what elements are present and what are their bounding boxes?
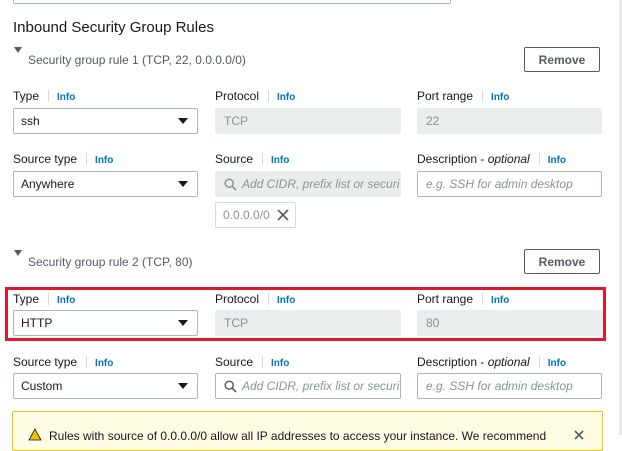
protocol-label-text: Protocol bbox=[215, 89, 260, 103]
divider bbox=[86, 153, 88, 165]
description-label-optional: optional bbox=[487, 152, 530, 166]
previous-field-input[interactable] bbox=[13, 0, 451, 4]
rule-2-source-label: Source Info bbox=[215, 355, 289, 369]
rule-1-title: Security group rule 1 (TCP, 22, 0.0.0.0/… bbox=[28, 53, 246, 67]
divider bbox=[538, 153, 540, 165]
description-placeholder: e.g. SSH for admin desktop bbox=[426, 379, 573, 393]
source-type-select-value: Custom bbox=[21, 379, 63, 393]
protocol-label-text: Protocol bbox=[215, 292, 260, 306]
rule-2-title: Security group rule 2 (TCP, 80) bbox=[28, 255, 193, 269]
rule-2-source-search-input[interactable]: Add CIDR, prefix list or security bbox=[215, 373, 401, 399]
source-search-placeholder: Add CIDR, prefix list or security bbox=[242, 177, 401, 191]
divider bbox=[538, 356, 540, 368]
divider bbox=[262, 356, 264, 368]
rule-1-source-label: Source Info bbox=[215, 152, 289, 166]
close-icon[interactable] bbox=[573, 429, 585, 441]
type-info-link[interactable]: Info bbox=[57, 92, 75, 103]
rule-1-type-select[interactable]: ssh bbox=[13, 108, 198, 134]
source-label-text: Source bbox=[215, 152, 254, 166]
rule-2-description-label: Description - optional Info bbox=[417, 355, 566, 369]
rule-2-protocol-field: TCP bbox=[215, 310, 401, 336]
source-info-link[interactable]: Info bbox=[271, 155, 289, 166]
description-info-link[interactable]: Info bbox=[548, 155, 566, 166]
description-info-link[interactable]: Info bbox=[548, 358, 566, 369]
search-icon bbox=[224, 178, 237, 191]
port-info-link[interactable]: Info bbox=[491, 295, 509, 306]
rule-1-remove-button[interactable]: Remove bbox=[524, 47, 600, 72]
port-label-text: Port range bbox=[417, 292, 474, 306]
description-label-main: Description - bbox=[417, 152, 488, 166]
warning-alert: Rules with source of 0.0.0.0/0 allow all… bbox=[12, 411, 603, 451]
rule-1-description-label: Description - optional Info bbox=[417, 152, 566, 166]
rule-1-source-token: 0.0.0.0/0 bbox=[215, 202, 296, 228]
divider bbox=[482, 293, 484, 305]
divider bbox=[482, 90, 484, 102]
type-label-text: Type bbox=[13, 89, 40, 103]
divider bbox=[48, 90, 50, 102]
rule-1-protocol-label: Protocol Info bbox=[215, 89, 295, 103]
type-select-value: HTTP bbox=[21, 316, 53, 330]
source-type-label-text: Source type bbox=[13, 355, 78, 369]
description-label-optional: optional bbox=[487, 355, 530, 369]
protocol-info-link[interactable]: Info bbox=[277, 295, 295, 306]
source-token-text: 0.0.0.0/0 bbox=[223, 208, 270, 222]
rule-2-type-select[interactable]: HTTP bbox=[13, 310, 198, 336]
source-type-select-value: Anywhere bbox=[21, 177, 75, 191]
chevron-down-icon bbox=[178, 181, 188, 187]
rule-2-port-label: Port range Info bbox=[417, 292, 509, 306]
source-type-info-link[interactable]: Info bbox=[95, 155, 113, 166]
description-placeholder: e.g. SSH for admin desktop bbox=[426, 177, 573, 191]
close-icon[interactable] bbox=[276, 208, 290, 222]
divider bbox=[268, 90, 270, 102]
source-info-link[interactable]: Info bbox=[271, 358, 289, 369]
warning-text: Rules with source of 0.0.0.0/0 allow all… bbox=[49, 429, 547, 443]
section-title: Inbound Security Group Rules bbox=[13, 19, 214, 36]
type-select-value: ssh bbox=[21, 114, 40, 128]
divider bbox=[268, 293, 270, 305]
chevron-down-icon bbox=[178, 118, 188, 124]
port-info-link[interactable]: Info bbox=[491, 92, 509, 103]
rule-1-port-field: 22 bbox=[417, 108, 602, 134]
rule-1-source-search-input[interactable]: Add CIDR, prefix list or security bbox=[215, 171, 401, 197]
chevron-down-icon bbox=[178, 320, 188, 326]
rule-2-protocol-label: Protocol Info bbox=[215, 292, 295, 306]
chevron-down-icon bbox=[178, 383, 188, 389]
rule-2-description-input[interactable]: e.g. SSH for admin desktop bbox=[417, 373, 602, 399]
rule-1-source-type-select[interactable]: Anywhere bbox=[13, 171, 198, 197]
rule-1-type-label: Type Info bbox=[13, 89, 75, 103]
divider bbox=[262, 153, 264, 165]
rule-2-source-type-select[interactable]: Custom bbox=[13, 373, 198, 399]
rule-1-protocol-field: TCP bbox=[215, 108, 401, 134]
source-label-text: Source bbox=[215, 355, 254, 369]
source-type-info-link[interactable]: Info bbox=[95, 358, 113, 369]
caret-down-icon[interactable] bbox=[14, 250, 22, 256]
rule-1-port-label: Port range Info bbox=[417, 89, 509, 103]
rule-1-description-input[interactable]: e.g. SSH for admin desktop bbox=[417, 171, 602, 197]
rule-2-source-type-label: Source type Info bbox=[13, 355, 113, 369]
description-label-main: Description - bbox=[417, 355, 488, 369]
protocol-info-link[interactable]: Info bbox=[277, 92, 295, 103]
rule-1-source-type-label: Source type Info bbox=[13, 152, 113, 166]
caret-down-icon[interactable] bbox=[14, 47, 22, 53]
source-type-label-text: Source type bbox=[13, 152, 78, 166]
rule-2-type-label: Type Info bbox=[13, 292, 75, 306]
rule-2-remove-button[interactable]: Remove bbox=[524, 249, 600, 274]
type-label-text: Type bbox=[13, 292, 40, 306]
port-label-text: Port range bbox=[417, 89, 474, 103]
divider bbox=[86, 356, 88, 368]
search-icon bbox=[224, 380, 237, 393]
source-search-placeholder: Add CIDR, prefix list or security bbox=[242, 379, 401, 393]
divider bbox=[48, 293, 50, 305]
type-info-link[interactable]: Info bbox=[57, 295, 75, 306]
rule-2-port-field: 80 bbox=[417, 310, 602, 336]
